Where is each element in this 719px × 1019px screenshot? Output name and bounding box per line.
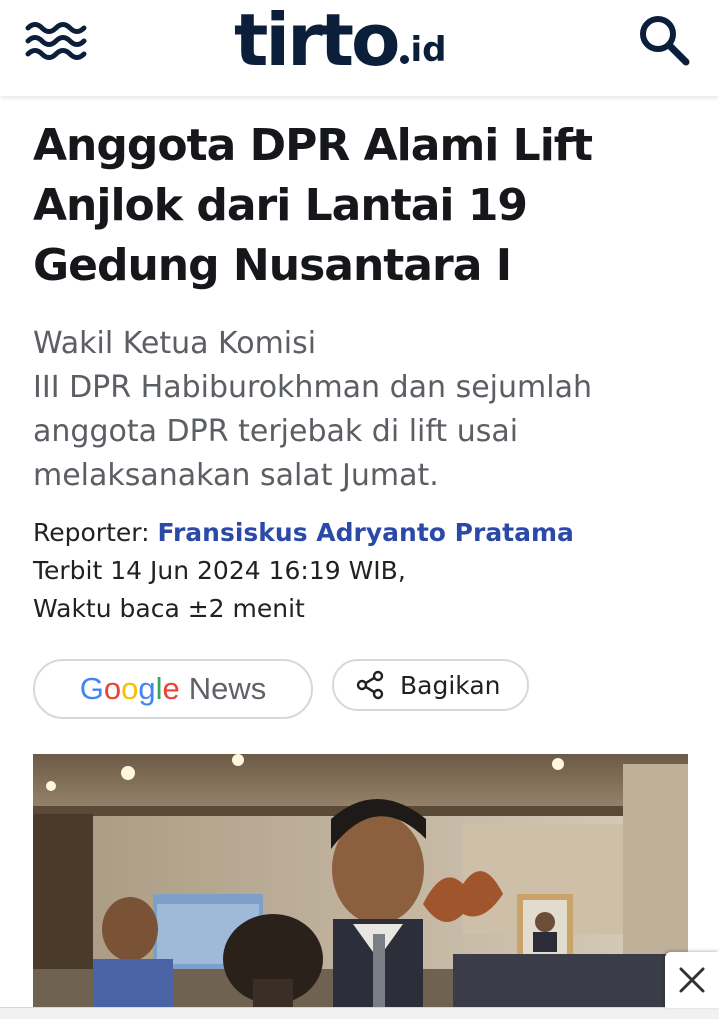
google-letter: g — [138, 671, 156, 706]
lede-line: III DPR Habiburokhman dan sejumlah — [33, 370, 592, 405]
google-letter: l — [155, 671, 163, 706]
publish-date: Terbit 14 Jun 2024 16:19 WIB, — [33, 556, 406, 585]
article-meta: Reporter: Fransiskus Adryanto Pratama Te… — [33, 514, 693, 628]
reporter-label: Reporter: — [33, 518, 150, 547]
top-navigation-bar: tirto id — [0, 0, 719, 96]
hero-image[interactable] — [33, 754, 688, 1019]
share-button[interactable]: Bagikan — [332, 659, 529, 711]
logo-wordmark: tirto — [234, 0, 400, 82]
news-label: News — [188, 671, 267, 706]
google-letter: G — [79, 671, 104, 706]
google-wordmark: Google — [80, 671, 180, 707]
site-logo[interactable]: tirto id — [234, 0, 447, 80]
google-letter: e — [162, 671, 180, 706]
page: tirto id Anggota DPR Alami Lift Anjlok d… — [0, 0, 719, 1019]
google-letter: o — [103, 671, 122, 706]
article-headline: Anggota DPR Alami Lift Anjlok dari Lanta… — [33, 120, 593, 291]
lede-line: melaksanakan salat Jumat. — [33, 458, 439, 493]
search-button[interactable] — [636, 12, 692, 68]
menu-button[interactable] — [24, 14, 88, 66]
google-news-button[interactable]: Google News — [33, 659, 313, 719]
logo-tld: id — [410, 30, 447, 70]
ad-close-button[interactable] — [665, 952, 719, 1008]
logo-dot — [399, 55, 409, 64]
share-label: Bagikan — [400, 670, 501, 700]
article-lede: Wakil Ketua Komisi III DPR Habiburokhman… — [33, 322, 673, 498]
share-icon — [356, 670, 384, 700]
ad-banner — [0, 1007, 719, 1019]
hero-photo — [33, 754, 688, 1019]
search-icon — [640, 16, 690, 66]
close-icon — [679, 967, 705, 993]
waves-menu-icon — [25, 22, 87, 60]
lede-line: anggota DPR terjebak di lift usai — [33, 414, 519, 449]
lede-line: Wakil Ketua Komisi — [33, 326, 317, 361]
google-letter: o — [121, 671, 139, 706]
reporter-row: Reporter: Fransiskus Adryanto Pratama — [33, 514, 693, 552]
read-time: Waktu baca ±2 menit — [33, 594, 305, 623]
reporter-link[interactable]: Fransiskus Adryanto Pratama — [157, 518, 573, 547]
